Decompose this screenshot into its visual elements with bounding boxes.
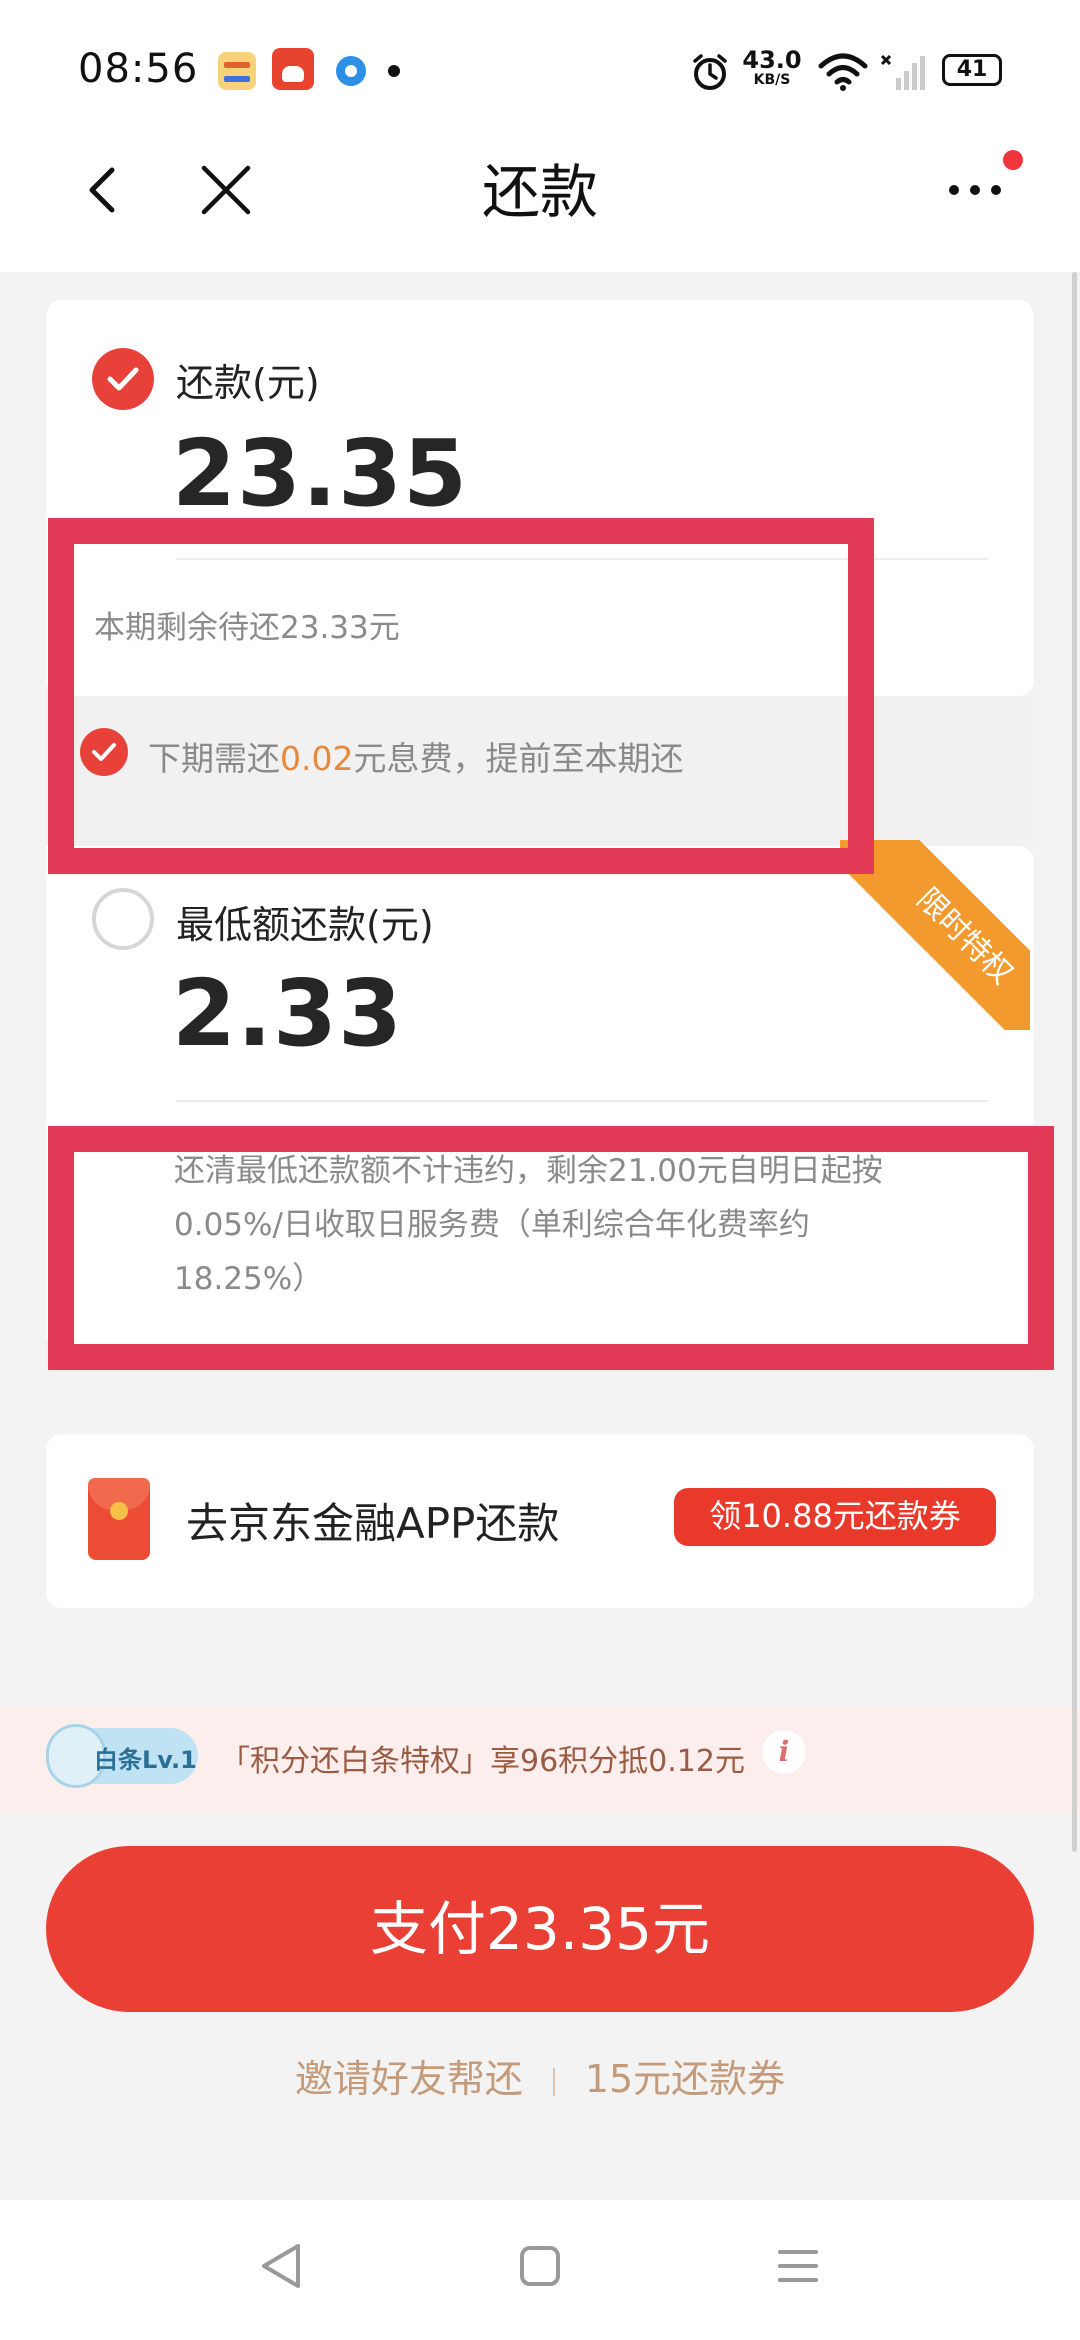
coupon-link[interactable]: 15元还款券 <box>585 2048 785 2103</box>
status-time: 08:56 <box>78 46 199 92</box>
level-badge: 白条Lv.1 <box>46 1724 198 1788</box>
radio-off-icon[interactable] <box>92 888 154 950</box>
divider <box>176 1100 988 1102</box>
home-square-icon[interactable] <box>510 2236 570 2296</box>
jd-app-icon <box>272 48 314 90</box>
invite-friends-link[interactable]: 邀请好友帮还 <box>295 2048 523 2103</box>
back-triangle-icon[interactable] <box>252 2236 312 2296</box>
checkmark-icon[interactable] <box>92 348 154 410</box>
red-envelope-icon <box>88 1478 150 1560</box>
scrollbar[interactable] <box>1072 272 1077 1852</box>
battery-icon: 41 <box>942 54 1002 86</box>
page-title: 还款 <box>481 158 598 226</box>
full-repay-label: 还款(元) <box>176 361 320 405</box>
more-icon[interactable] <box>940 160 1010 210</box>
highlight-frame <box>48 518 874 874</box>
info-icon[interactable]: i <box>762 1730 806 1774</box>
pay-button[interactable]: 支付23.35元 <box>46 1846 1034 2012</box>
points-text: 「积分还白条特权」享96积分抵0.12元 <box>220 1744 745 1779</box>
full-repay-amount: 23.35 <box>172 420 469 527</box>
net-speed: 43.0 KB/S <box>742 46 802 88</box>
wifi-icon <box>818 53 868 91</box>
jd-app-repay-label: 去京东金融APP还款 <box>186 1499 560 1548</box>
dot-icon <box>388 65 400 77</box>
min-repay-amount: 2.33 <box>172 960 403 1067</box>
highlight-frame <box>48 1126 1054 1370</box>
alarm-icon <box>693 54 727 90</box>
wallet-app-icon <box>218 52 256 90</box>
menu-lines-icon[interactable] <box>768 2236 828 2296</box>
coupon-button[interactable]: 领10.88元还款券 <box>674 1488 996 1546</box>
notification-dot <box>1003 150 1023 170</box>
blue-app-icon <box>336 56 366 86</box>
sub-links: 邀请好友帮还 15元还款券 <box>0 2048 1080 2103</box>
link-separator <box>552 2067 555 2096</box>
min-repay-label: 最低额还款(元) <box>176 903 434 947</box>
signal-icon <box>880 54 925 90</box>
